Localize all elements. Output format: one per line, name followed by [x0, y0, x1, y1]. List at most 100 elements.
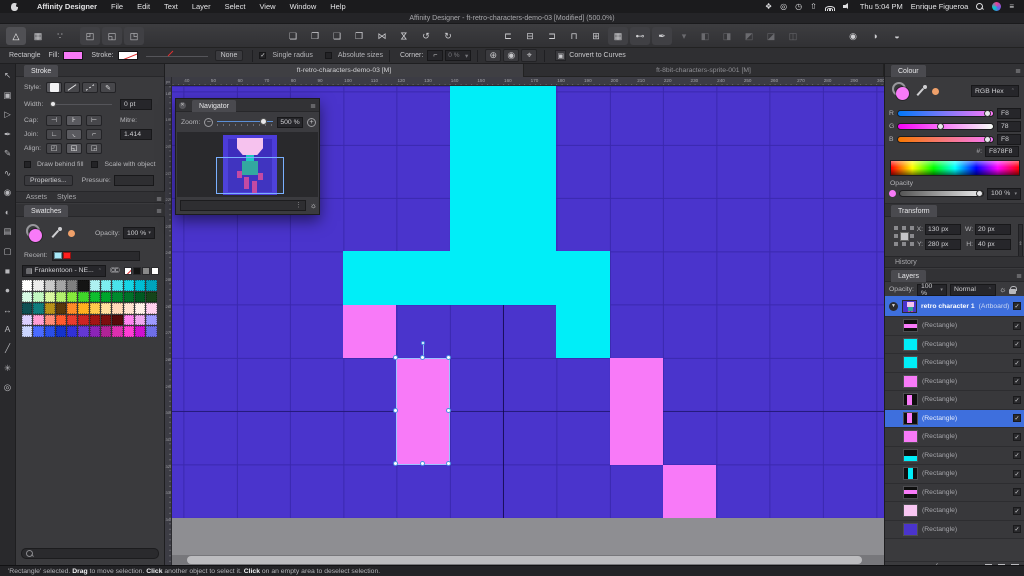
selection-handle[interactable] — [446, 355, 451, 360]
spotlight-search-icon[interactable] — [976, 3, 984, 11]
move-h-tool-icon[interactable]: ↔ — [2, 304, 14, 315]
palette-swatch[interactable] — [112, 315, 122, 326]
layer-row-selected[interactable]: (Rectangle)✓ — [885, 410, 1024, 429]
palette-swatch[interactable] — [90, 315, 100, 326]
stroke-swatch[interactable] — [118, 51, 138, 60]
align-center-icon[interactable]: ⊟ — [520, 27, 540, 45]
palette-swatch[interactable] — [135, 326, 145, 337]
palette-swatch[interactable] — [146, 280, 156, 291]
colour-mode-dropdown[interactable]: RGB Hex⌃ — [971, 85, 1019, 97]
scale-with-object-checkbox[interactable]: Scale with object — [91, 161, 155, 168]
move-tool-icon[interactable]: ↖ — [2, 70, 14, 81]
channel-value-field[interactable]: 78 — [997, 121, 1021, 132]
picked-color-dot[interactable] — [68, 230, 75, 237]
channel-slider[interactable] — [897, 136, 994, 143]
panel-menu-icon[interactable]: ≣ — [156, 207, 161, 215]
navigator-view-rect[interactable] — [216, 157, 284, 194]
join-option-1[interactable]: ◟ — [66, 129, 82, 140]
layer-row-artboard[interactable]: ▼ retro character 1 (Artboard) ✓ — [885, 296, 1024, 317]
layer-row[interactable]: (Rectangle)✓ — [885, 521, 1024, 540]
field-input[interactable]: 130 px — [925, 224, 961, 235]
volume-icon[interactable] — [843, 3, 852, 10]
palette-swatch[interactable] — [45, 280, 55, 291]
zoom-value-field[interactable]: 500 % — [277, 117, 303, 128]
sprite-rectangle[interactable] — [450, 86, 557, 251]
palette-swatch[interactable] — [56, 326, 66, 337]
stroke-style-solid-button[interactable] — [64, 82, 80, 93]
layer-row[interactable]: (Rectangle)✓ — [885, 428, 1024, 447]
palette-swatch[interactable] — [33, 315, 43, 326]
visibility-checkbox[interactable]: ✓ — [1013, 322, 1021, 330]
palette-swatch[interactable] — [22, 315, 32, 326]
selection-handle[interactable] — [393, 355, 398, 360]
rotation-handle[interactable] — [421, 341, 425, 345]
forward-one-icon[interactable]: ❑ — [327, 27, 347, 45]
color-wheel-icon[interactable] — [26, 224, 44, 242]
convert-to-curves-button[interactable]: ▣ Convert to Curves — [555, 50, 625, 61]
visibility-checkbox[interactable]: ✓ — [1013, 433, 1021, 441]
join-option-0[interactable]: ∟ — [46, 129, 62, 140]
palette-swatch[interactable] — [90, 326, 100, 337]
time-machine-icon[interactable]: ◷ — [795, 2, 802, 11]
sprite-rectangle[interactable] — [610, 358, 663, 465]
sprite-rectangle[interactable] — [663, 465, 716, 518]
swatch-search-field[interactable] — [21, 548, 159, 559]
zoom-tool-icon[interactable]: ◎ — [2, 382, 14, 393]
stroke-width-input[interactable]: 0 pt — [120, 99, 152, 110]
opacity-slider[interactable] — [899, 190, 984, 197]
snapping-icon[interactable]: ⊷ — [630, 27, 650, 45]
doc-tab-0[interactable]: ft-retro-characters-demo-03 [M] — [165, 64, 524, 77]
selection-handle[interactable] — [393, 408, 398, 413]
align-left-icon[interactable]: ⊏ — [498, 27, 518, 45]
artboard-tool-icon[interactable]: ▣ — [2, 90, 14, 101]
align-option-0[interactable]: ◰ — [46, 143, 62, 154]
palette-swatch[interactable] — [135, 292, 145, 303]
palette-swatch[interactable] — [22, 326, 32, 337]
tab-colour[interactable]: Colour — [891, 65, 926, 77]
menu-select[interactable]: Select — [218, 2, 253, 11]
visibility-checkbox[interactable]: ✓ — [1013, 470, 1021, 478]
eyedropper-icon[interactable] — [52, 227, 62, 239]
visibility-checkbox[interactable]: ✓ — [1013, 302, 1021, 310]
blend-mode-dropdown[interactable]: Normal⌃ — [950, 284, 996, 296]
palette-swatch[interactable] — [78, 326, 88, 337]
palette-swatch[interactable] — [45, 303, 55, 314]
flip-horizontal-icon[interactable]: ⋈ — [372, 27, 392, 45]
transform-origin-icon[interactable]: ⊕ — [485, 49, 501, 62]
tab-transform[interactable]: Transform — [891, 205, 937, 217]
channel-value-field[interactable]: F8 — [997, 134, 1021, 145]
palette-swatch[interactable] — [67, 303, 77, 314]
visibility-checkbox[interactable]: ✓ — [1013, 488, 1021, 496]
move-to-front-icon[interactable]: ❒ — [349, 27, 369, 45]
line-tool-icon[interactable]: ╱ — [2, 343, 14, 354]
eyedropper-icon[interactable] — [917, 85, 927, 97]
navigator-views-dropdown[interactable]: ⋮ — [180, 200, 306, 211]
black-swatch[interactable] — [133, 267, 141, 275]
align-option-1[interactable]: ◱ — [66, 143, 82, 154]
visibility-checkbox[interactable]: ✓ — [1013, 340, 1021, 348]
palette-swatch[interactable] — [124, 292, 134, 303]
corner-percent-dropdown[interactable]: 0 %▾ — [445, 50, 471, 61]
ellipse-tool-icon[interactable]: ● — [2, 285, 14, 296]
panel-menu-icon[interactable]: ≣ — [156, 195, 161, 203]
palette-swatch[interactable] — [45, 326, 55, 337]
palette-swatch[interactable] — [101, 326, 111, 337]
palette-swatch[interactable] — [22, 303, 32, 314]
recent-swatch[interactable] — [54, 252, 62, 259]
palette-swatch[interactable] — [78, 303, 88, 314]
palette-swatch[interactable] — [56, 280, 66, 291]
horizontal-scrollbar-thumb[interactable] — [187, 556, 862, 564]
node-tool-icon[interactable]: ▷ — [2, 109, 14, 120]
subtract-icon[interactable]: ◨ — [717, 27, 737, 45]
palette-swatch[interactable] — [135, 303, 145, 314]
layers-opacity-dropdown[interactable]: 100 %▾ — [917, 284, 947, 296]
visibility-checkbox[interactable]: ✓ — [1013, 396, 1021, 404]
field-input[interactable]: 40 px — [975, 239, 1011, 250]
channel-slider[interactable] — [897, 110, 994, 117]
tab-navigator[interactable]: Navigator — [192, 100, 236, 112]
palette-swatch[interactable] — [67, 280, 77, 291]
tab-layers[interactable]: Layers — [891, 270, 926, 282]
layer-row[interactable]: (Rectangle)✓ — [885, 447, 1024, 466]
stroke-width-slider[interactable] — [146, 52, 208, 60]
layer-row[interactable]: (Rectangle)✓ — [885, 502, 1024, 521]
